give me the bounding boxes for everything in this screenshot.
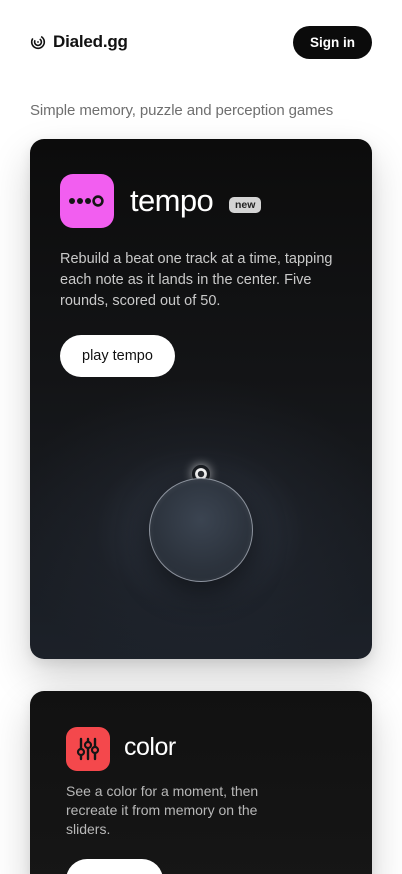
play-color-button[interactable] xyxy=(66,859,163,874)
tempo-description: Rebuild a beat one track at a time, tapp… xyxy=(60,251,333,309)
header: Dialed.gg Sign in xyxy=(0,0,402,84)
tempo-game-card[interactable]: tempo new Rebuild a beat one track at a … xyxy=(30,139,372,659)
color-game-card[interactable]: color See a color for a moment, then rec… xyxy=(30,691,372,874)
tap-target-circle[interactable] xyxy=(149,478,253,582)
brand[interactable]: Dialed.gg xyxy=(30,32,128,52)
color-description: See a color for a moment, then recreate … xyxy=(66,783,259,837)
sign-in-button[interactable]: Sign in xyxy=(293,25,372,59)
color-title: color xyxy=(124,733,176,761)
brand-name: Dialed.gg xyxy=(53,32,128,51)
tempo-title: tempo xyxy=(130,183,214,218)
sliders-icon xyxy=(66,727,110,771)
page: Dialed.gg Sign in Simple memory, puzzle … xyxy=(0,0,402,874)
new-badge: new xyxy=(229,197,262,213)
tagline: Simple memory, puzzle and perception gam… xyxy=(30,102,334,119)
tempo-dots-icon xyxy=(60,174,114,228)
dialed-logo-icon xyxy=(30,34,46,50)
play-tempo-button[interactable]: play tempo xyxy=(60,335,175,377)
